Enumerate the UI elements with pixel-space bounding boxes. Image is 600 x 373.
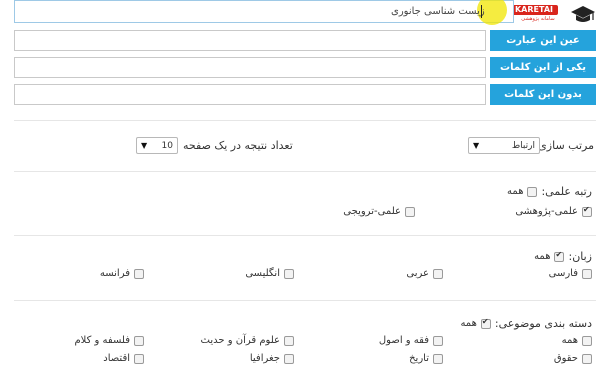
category-option-all[interactable]: همه: [562, 335, 592, 346]
option-label: علمی-ترویجی: [343, 206, 401, 217]
category-label: دسته بندی موضوعی:: [494, 317, 592, 330]
option-label: فلسفه و کلام: [74, 335, 130, 346]
checkbox[interactable]: [284, 335, 294, 346]
category-option-history[interactable]: تاریخ: [409, 353, 443, 364]
option-label: انگلیسی: [245, 268, 280, 279]
chevron-down-icon: ▼: [141, 141, 148, 150]
any-words-input[interactable]: [14, 57, 486, 78]
without-words-input[interactable]: [14, 84, 486, 105]
language-label: زبان:: [568, 250, 592, 263]
text-caret: [481, 5, 482, 18]
rank-option-research[interactable]: علمی-پژوهشی: [515, 205, 592, 217]
divider: [14, 235, 596, 236]
any-words-button[interactable]: یکی از این کلمات: [490, 57, 596, 78]
option-label: عربی: [406, 268, 429, 279]
checkbox[interactable]: [582, 335, 592, 346]
checkbox[interactable]: [284, 353, 294, 364]
option-label: همه: [561, 335, 578, 346]
rank-option-promotional[interactable]: علمی-ترویجی: [343, 206, 415, 217]
chevron-down-icon: ▼: [473, 141, 480, 150]
logo-subtext: سامانه پژوهشی: [521, 16, 555, 22]
category-option-fiqh[interactable]: فقه و اصول: [379, 335, 443, 346]
checkbox[interactable]: [433, 335, 443, 346]
logo: KARETAI سامانه پژوهشی: [504, 2, 596, 26]
language-option-french[interactable]: فرانسه: [100, 268, 144, 279]
main-search-value: زیست شناسی جانوری: [391, 6, 485, 17]
category-option-law[interactable]: حقوق: [554, 353, 592, 364]
checkbox[interactable]: [134, 335, 144, 346]
language-all-label: همه: [534, 251, 551, 262]
option-label: حقوق: [553, 353, 578, 364]
checkbox[interactable]: [405, 206, 415, 217]
exact-phrase-row: عین این عبارت: [14, 30, 596, 51]
checkbox[interactable]: [134, 353, 144, 364]
per-page-label: تعداد نتیجه در یک صفحه: [183, 139, 293, 152]
option-label: فرانسه: [99, 268, 130, 279]
logo-text: KARETAI: [510, 5, 558, 15]
rank-all-label: همه: [507, 186, 524, 197]
option-label: تاریخ: [409, 353, 429, 364]
logo-badge: KARETAI سامانه پژوهشی: [510, 5, 566, 22]
rank-label: رتبه علمی:: [541, 185, 592, 198]
category-option-geography[interactable]: جغرافیا: [250, 353, 294, 364]
option-label: علوم قرآن و حدیث: [200, 335, 280, 346]
exact-phrase-input[interactable]: [14, 30, 486, 51]
option-label: اقتصاد: [103, 353, 130, 364]
sort-select[interactable]: ارتباط ▼: [468, 137, 540, 154]
divider: [14, 171, 596, 172]
exact-phrase-button[interactable]: عین این عبارت: [490, 30, 596, 51]
checkbox[interactable]: [582, 205, 592, 217]
any-words-row: یکی از این کلمات: [14, 57, 596, 78]
graduation-cap-icon: [571, 6, 595, 22]
checkbox[interactable]: [582, 353, 592, 364]
language-option-persian[interactable]: فارسی: [549, 268, 592, 279]
category-option-quran[interactable]: علوم قرآن و حدیث: [201, 335, 294, 346]
category-option-economics[interactable]: اقتصاد: [103, 353, 144, 364]
checkbox[interactable]: [582, 268, 592, 279]
category-all-checkbox[interactable]: [480, 317, 491, 329]
per-page-value: 10: [161, 140, 173, 151]
divider: [14, 300, 596, 301]
checkbox[interactable]: [284, 268, 294, 279]
category-all-label: همه: [460, 318, 477, 329]
rank-all-checkbox[interactable]: [527, 186, 538, 197]
language-all-checkbox[interactable]: [554, 250, 565, 262]
option-label: فارسی: [548, 268, 578, 279]
checkbox[interactable]: [134, 268, 144, 279]
checkbox[interactable]: [433, 353, 443, 364]
divider: [14, 120, 596, 121]
checkbox[interactable]: [433, 268, 443, 279]
without-words-row: بدون این کلمات: [14, 84, 596, 105]
option-label: جغرافیا: [249, 353, 280, 364]
without-words-button[interactable]: بدون این کلمات: [490, 84, 596, 105]
category-option-philosophy[interactable]: فلسفه و کلام: [74, 335, 144, 346]
option-label: علمی-پژوهشی: [515, 206, 578, 217]
sort-label: مرتب سازی:: [534, 139, 594, 152]
main-search-input[interactable]: زیست شناسی جانوری: [14, 0, 514, 25]
language-filter-header: زبان: همه: [534, 250, 592, 264]
option-label: فقه و اصول: [378, 335, 429, 346]
sort-value: ارتباط: [511, 140, 535, 151]
language-option-english[interactable]: انگلیسی: [245, 268, 294, 279]
category-filter-header: دسته بندی موضوعی: همه: [460, 317, 592, 331]
per-page-select[interactable]: 10 ▼: [136, 137, 178, 154]
language-option-arabic[interactable]: عربی: [406, 268, 443, 279]
rank-filter-header: رتبه علمی: همه: [507, 185, 592, 198]
